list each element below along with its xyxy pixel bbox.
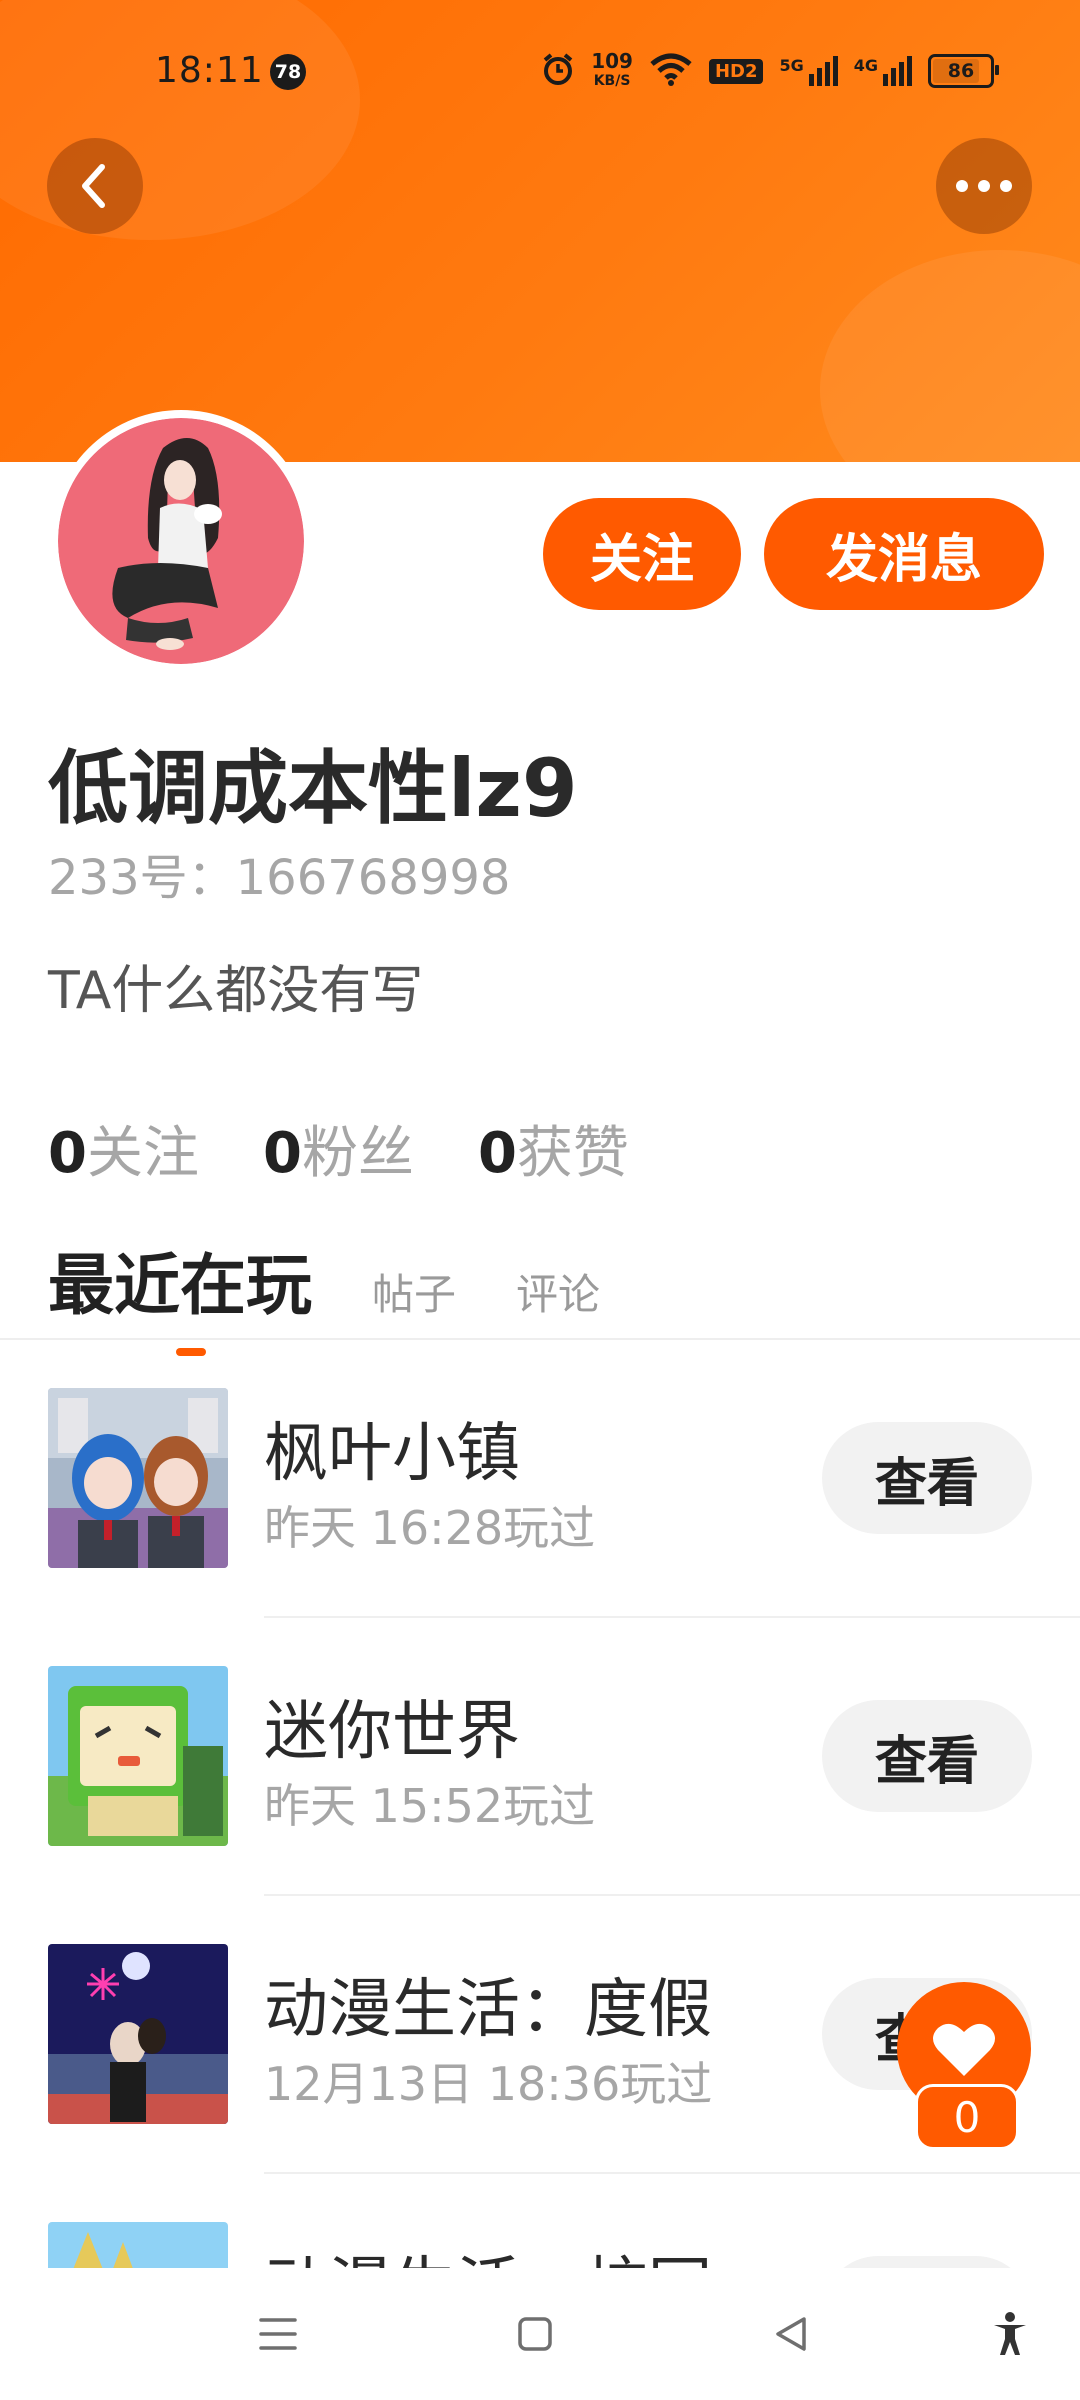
game-thumbnail — [48, 2222, 228, 2268]
signal-4g-label: 4G — [853, 56, 878, 75]
signal-5g-label: 5G — [779, 56, 804, 75]
more-button[interactable] — [936, 138, 1032, 234]
user-id: 233号：166768998 — [48, 850, 511, 906]
battery-level: 86 — [947, 60, 975, 82]
send-message-button[interactable]: 发消息 — [764, 498, 1044, 610]
more-dots-icon — [956, 180, 1012, 192]
like-count-badge: 0 — [915, 2084, 1019, 2150]
game-name: 迷你世界 — [264, 1695, 520, 1769]
signal-5g-icon: 5G — [779, 56, 838, 86]
back-button[interactable] — [47, 138, 143, 234]
stat-count: 0 — [262, 1121, 302, 1186]
game-name: 枫叶小镇 — [264, 1417, 520, 1491]
notification-badge: 78 — [270, 54, 306, 90]
stat-likes[interactable]: 0获赞 — [478, 1108, 629, 1189]
stat-count: 0 — [477, 1121, 517, 1186]
tab-posts[interactable]: 帖子 — [372, 1261, 456, 1322]
status-time: 18:11 — [155, 50, 264, 91]
game-thumbnail — [48, 1666, 228, 1846]
header-decoration — [820, 250, 1080, 462]
signal-4g-icon: 4G — [854, 56, 912, 86]
stat-label: 关注 — [86, 1121, 199, 1186]
content-tabs: 最近在玩 帖子 评论 — [48, 1232, 600, 1356]
view-game-button[interactable]: 查看 — [822, 1422, 1032, 1534]
heart-icon — [933, 2023, 995, 2076]
back-triangle-icon[interactable] — [764, 2306, 820, 2362]
game-thumbnail — [48, 1388, 228, 1568]
username: 低调成本性lz9 — [48, 742, 578, 835]
stat-label: 获赞 — [516, 1121, 629, 1186]
stat-count: 0 — [48, 1121, 87, 1186]
tab-recently-played[interactable]: 最近在玩 — [48, 1232, 312, 1356]
menu-icon[interactable] — [250, 2306, 306, 2362]
game-name: 动漫生活：度假 — [264, 1973, 712, 2047]
game-last-played: 昨天 16:28玩过 — [264, 1501, 596, 1555]
stat-fans[interactable]: 0粉丝 — [263, 1108, 414, 1189]
game-last-played: 12月13日 18:36玩过 — [264, 2057, 713, 2111]
tab-label: 最近在玩 — [48, 1247, 312, 1324]
system-navigation-bar — [0, 2268, 1080, 2400]
wifi-icon — [649, 52, 693, 90]
game-name: 动漫生活：校园 — [264, 2236, 712, 2268]
avatar[interactable] — [50, 410, 312, 672]
view-game-button[interactable]: 查看 — [822, 1700, 1032, 1812]
chevron-left-icon — [82, 164, 105, 208]
follow-button[interactable]: 关注 — [543, 498, 741, 610]
network-speed-value: 109 — [591, 49, 633, 73]
tab-comments[interactable]: 评论 — [516, 1261, 600, 1322]
hd-voice-icon: HD2 — [708, 58, 764, 84]
accessibility-icon[interactable] — [982, 2306, 1038, 2362]
avatar-image — [58, 418, 304, 664]
status-icons: 109 KB/S HD2 5G 4G 86 — [541, 48, 999, 94]
stat-following[interactable]: 0关注 — [48, 1108, 199, 1189]
battery-icon: 86 — [928, 54, 999, 88]
profile-stats: 0关注 0粉丝 0获赞 — [48, 1108, 629, 1189]
network-speed-unit: KB/S — [593, 73, 631, 89]
game-thumbnail — [48, 1944, 228, 2124]
list-item[interactable]: 动漫生活：校园 查看 — [0, 2174, 1080, 2268]
view-game-button[interactable]: 查看 — [822, 2256, 1032, 2268]
list-item[interactable]: 枫叶小镇 昨天 16:28玩过 查看 — [0, 1340, 1080, 1618]
list-item[interactable]: 迷你世界 昨天 15:52玩过 查看 — [0, 1618, 1080, 1896]
network-speed: 109 KB/S — [591, 51, 633, 91]
home-square-icon[interactable] — [507, 2306, 563, 2362]
alarm-icon — [541, 52, 575, 90]
profile-header: 18:11 78 109 KB/S HD2 5G 4G 86 — [0, 0, 1080, 462]
user-bio: TA什么都没有写 — [48, 961, 424, 1021]
stat-label: 粉丝 — [301, 1121, 414, 1186]
status-bar: 18:11 78 109 KB/S HD2 5G 4G 86 — [0, 40, 1080, 104]
game-last-played: 昨天 15:52玩过 — [264, 1779, 596, 1833]
